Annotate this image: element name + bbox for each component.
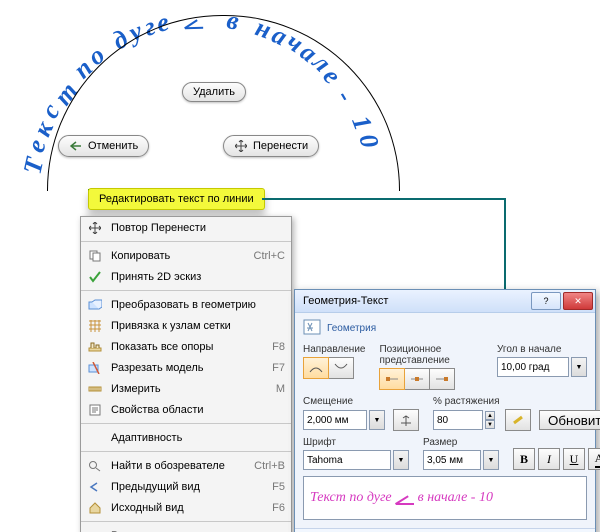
back-arrow-icon [69,139,83,153]
arc-text-char: Т [18,155,51,177]
size-label: Размер [423,437,499,448]
font-select[interactable] [303,450,391,470]
size-dropdown[interactable]: ▼ [483,450,499,470]
stretch-label: % растяжения [433,396,600,407]
delete-label: Удалить [193,86,235,98]
dialog-title: Геометрия-Текст [303,295,529,307]
bold-button[interactable]: B [513,448,535,470]
supports-icon [85,339,105,355]
menu-accept-2d-sketch[interactable]: Принять 2D эскиз [81,266,291,287]
callout-connector [262,198,506,200]
check-icon [85,269,105,285]
stretch-input[interactable] [433,410,483,430]
font-dropdown[interactable]: ▼ [393,450,409,470]
menu-measure[interactable]: Измерить M [81,378,291,399]
menu-repeat-move[interactable]: Повтор Перенести [81,217,291,238]
menu-slice-model[interactable]: Разрезать модель F7 [81,357,291,378]
offset-flip-button[interactable] [393,409,419,431]
move-button[interactable]: Перенести [223,135,319,157]
cancel-scene-button[interactable]: Отменить [58,135,149,157]
context-menu: Повтор Перенести Копировать Ctrl+C Приня… [80,216,292,532]
direction-label: Направление [303,344,365,355]
home-view-icon [85,500,105,516]
offset-input[interactable] [303,410,367,430]
angle-icon [396,492,414,505]
position-toggle[interactable] [379,368,483,390]
highlight-toggle-button[interactable] [505,409,531,431]
callout-connector [504,198,506,301]
cancel-scene-label: Отменить [88,140,138,152]
italic-button[interactable]: I [538,448,560,470]
close-window-button[interactable]: ✕ [563,292,593,310]
menu-show-supports[interactable]: Показать все опоры F8 [81,336,291,357]
text-preview[interactable]: Текст по дуге в начале - 10 [303,476,587,520]
offset-label: Смещение [303,396,419,407]
edit-text-on-line-label: Редактировать текст по линии [99,193,254,205]
previous-view-icon [85,479,105,495]
menu-previous-view[interactable]: Предыдущий вид F5 [81,476,291,497]
edit-text-on-line-button[interactable]: Редактировать текст по линии [88,188,265,210]
slice-icon [85,360,105,376]
move-icon [85,220,105,236]
posrep-label: Позиционное представление [379,344,483,366]
font-label: Шрифт [303,437,409,448]
menu-find-in-browser[interactable]: Найти в обозревателе Ctrl+B [81,455,291,476]
arc-text-char: е [20,136,52,157]
move-icon [234,139,248,153]
grid-snap-icon [85,318,105,334]
start-angle-label: Угол в начале [497,344,587,355]
search-icon [85,458,105,474]
geometry-text-dialog: Геометрия-Текст ? ✕ Геометрия Направлени… [294,289,596,532]
text-tab-icon [303,319,321,338]
direction-convex-button[interactable] [303,357,329,379]
menu-help-topics[interactable]: Разделы справки... ▶ [81,525,291,532]
start-angle-input[interactable] [497,357,569,377]
underline-button[interactable]: U [563,448,585,470]
offset-dropdown[interactable]: ▼ [369,410,385,430]
start-angle-dropdown[interactable]: ▼ [571,357,587,377]
menu-copy[interactable]: Копировать Ctrl+C [81,245,291,266]
stretch-spinner[interactable]: ▲▼ [485,411,495,429]
region-props-icon [85,402,105,418]
copy-icon [85,248,105,264]
direction-toggle[interactable] [303,357,365,379]
geometry-tab[interactable]: Геометрия [327,323,376,334]
geometry-icon [85,297,105,313]
text-color-button[interactable]: A [588,448,600,470]
measure-icon [85,381,105,397]
move-label: Перенести [253,140,308,152]
help-window-button[interactable]: ? [531,292,561,310]
size-input[interactable] [423,450,481,470]
position-start-button[interactable] [379,368,405,390]
update-button[interactable]: Обновить [539,410,600,430]
direction-concave-button[interactable] [329,357,354,379]
menu-home-view[interactable]: Исходный вид F6 [81,497,291,518]
menu-region-properties[interactable]: Свойства области [81,399,291,420]
dialog-titlebar[interactable]: Геометрия-Текст ? ✕ [295,290,595,313]
delete-button[interactable]: Удалить [182,82,246,102]
menu-convert-geometry[interactable]: Преобразовать в геометрию [81,294,291,315]
position-end-button[interactable] [430,368,455,390]
menu-adaptivity[interactable]: Адаптивность [81,427,291,448]
position-mid-button[interactable] [405,368,430,390]
menu-snap-grid[interactable]: Привязка к узлам сетки [81,315,291,336]
